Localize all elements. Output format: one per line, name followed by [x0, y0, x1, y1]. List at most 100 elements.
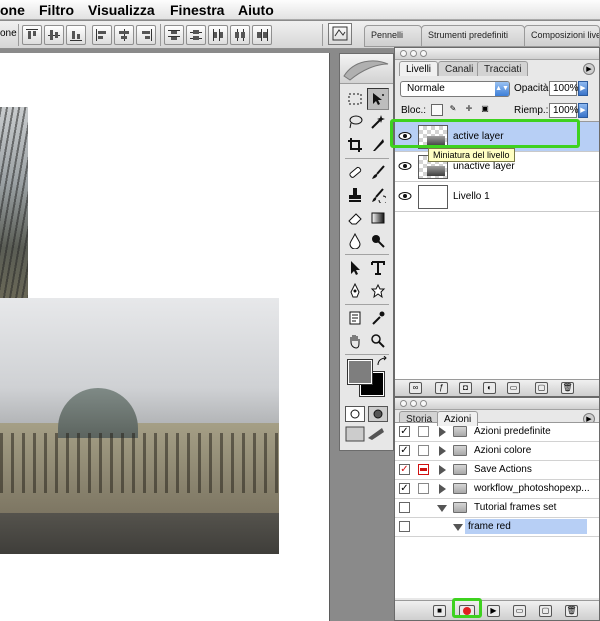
layer-thumbnail[interactable] — [418, 185, 448, 209]
layer-row-livello-1[interactable]: Livello 1 — [395, 182, 599, 212]
action-toggle-checkbox[interactable] — [399, 502, 410, 513]
healing-brush-tool-icon[interactable] — [344, 161, 366, 183]
action-set-row[interactable]: ✓ Azioni predefinite — [395, 423, 599, 442]
dialog-toggle-box[interactable] — [418, 445, 429, 456]
distribute-top-button[interactable] — [164, 25, 184, 45]
new-action-icon[interactable]: ▢ — [539, 605, 552, 617]
new-group-icon[interactable]: ▭ — [507, 382, 520, 394]
dialog-toggle-box[interactable] — [418, 502, 429, 513]
layer-name[interactable]: Livello 1 — [453, 191, 490, 202]
lasso-tool-icon[interactable] — [344, 111, 366, 133]
tab-actions[interactable]: Azioni — [437, 411, 479, 426]
action-toggle-checkbox[interactable]: ✓ — [399, 464, 410, 475]
eyedropper-tool-icon[interactable] — [367, 307, 389, 329]
magic-wand-tool-icon[interactable] — [367, 111, 389, 133]
action-name[interactable]: frame red — [465, 519, 587, 534]
new-layer-icon[interactable]: ▢ — [535, 382, 548, 394]
distribute-hcenter-button[interactable] — [230, 25, 250, 45]
pen-tool-icon[interactable] — [344, 280, 366, 302]
action-set-name[interactable]: Azioni predefinite — [471, 424, 554, 439]
adjustment-layer-icon[interactable]: ◐ — [483, 382, 496, 394]
layer-mask-icon[interactable]: ◘ — [459, 382, 472, 394]
action-toggle-checkbox[interactable]: ✓ — [399, 445, 410, 456]
distribute-vcenter-button[interactable] — [186, 25, 206, 45]
lock-transparency-checkbox[interactable] — [431, 104, 443, 116]
menu-item-filter[interactable]: Filtro — [39, 2, 74, 18]
well-tab-tool-presets[interactable]: Strumenti predefiniti — [421, 25, 525, 47]
play-icon[interactable]: ▶ — [487, 605, 500, 617]
menu-item-window[interactable]: Finestra — [170, 2, 224, 18]
dialog-toggle-box[interactable] — [418, 483, 429, 494]
expand-triangle-icon[interactable] — [439, 484, 446, 494]
expand-triangle-icon[interactable] — [439, 446, 446, 456]
lock-pixels-icon[interactable]: ✎ — [447, 104, 459, 116]
zoom-icon[interactable] — [420, 400, 427, 407]
file-browser-button[interactable] — [328, 23, 352, 45]
burn-tool-icon[interactable] — [367, 230, 389, 252]
brush-tool-icon[interactable] — [367, 161, 389, 183]
move-tool-icon[interactable] — [367, 88, 389, 110]
collapse-triangle-icon[interactable] — [453, 524, 463, 531]
action-set-row[interactable]: ✓ Azioni colore — [395, 442, 599, 461]
tab-paths[interactable]: Tracciati — [477, 61, 529, 76]
custom-shape-tool-icon[interactable] — [367, 280, 389, 302]
distribute-left-button[interactable] — [208, 25, 228, 45]
menu-item-help[interactable]: Aiuto — [238, 2, 274, 18]
minimize-icon[interactable] — [410, 50, 417, 57]
standard-mode-button[interactable] — [345, 406, 365, 422]
tab-channels[interactable]: Canali — [438, 61, 481, 76]
trash-icon[interactable]: 🗑 — [561, 382, 574, 394]
opacity-slider-button[interactable]: ▶ — [578, 81, 588, 96]
action-set-name[interactable]: Save Actions — [471, 462, 535, 477]
action-toggle-checkbox[interactable]: ✓ — [399, 426, 410, 437]
new-set-icon[interactable]: ▭ — [513, 605, 526, 617]
distribute-right-button[interactable] — [252, 25, 272, 45]
action-toggle-checkbox[interactable]: ✓ — [399, 483, 410, 494]
dialog-toggle-box[interactable] — [418, 521, 429, 532]
action-row[interactable]: frame red — [395, 518, 599, 537]
slice-tool-icon[interactable] — [367, 134, 389, 156]
visibility-eye-icon[interactable] — [398, 189, 412, 203]
action-set-row[interactable]: ✓ Save Actions — [395, 461, 599, 480]
blur-tool-icon[interactable] — [344, 230, 366, 252]
type-tool-icon[interactable] — [367, 257, 389, 279]
zoom-tool-icon[interactable] — [367, 330, 389, 352]
dialog-toggle-box[interactable] — [418, 426, 429, 437]
action-set-name[interactable]: workflow_photoshopexp... — [471, 481, 593, 496]
collapse-triangle-icon[interactable] — [437, 505, 447, 512]
dialog-toggle-box[interactable] — [418, 464, 429, 475]
well-tab-brushes[interactable]: Pennelli — [364, 25, 422, 47]
align-hcenter-button[interactable] — [114, 25, 134, 45]
fill-slider-button[interactable]: ▶ — [578, 103, 588, 118]
palette-menu-button[interactable]: ▶ — [583, 63, 595, 75]
trash-icon[interactable]: 🗑 — [565, 605, 578, 617]
expand-triangle-icon[interactable] — [439, 427, 446, 437]
hand-tool-icon[interactable] — [344, 330, 366, 352]
align-bottom-button[interactable] — [66, 25, 86, 45]
foreground-color-swatch[interactable] — [347, 359, 373, 385]
visibility-eye-icon[interactable] — [398, 159, 412, 173]
action-set-name[interactable]: Tutorial frames set — [471, 500, 559, 515]
marquee-tool-icon[interactable] — [344, 88, 366, 110]
lock-all-icon[interactable]: ▣ — [479, 104, 491, 116]
opacity-input[interactable]: 100% — [549, 81, 579, 96]
color-swatches[interactable] — [347, 356, 388, 400]
menu-item-image[interactable]: one — [0, 2, 25, 18]
notes-tool-icon[interactable] — [344, 307, 366, 329]
minimize-icon[interactable] — [410, 400, 417, 407]
jump-to-imageready-button[interactable] — [344, 424, 388, 446]
layer-name[interactable]: unactive layer — [453, 161, 515, 172]
layer-style-icon[interactable]: ƒ — [435, 382, 448, 394]
crop-tool-icon[interactable] — [344, 134, 366, 156]
align-right-button[interactable] — [136, 25, 156, 45]
menu-item-view[interactable]: Visualizza — [88, 2, 155, 18]
quick-mask-button[interactable] — [368, 406, 388, 422]
stamp-tool-icon[interactable] — [344, 184, 366, 206]
action-set-row[interactable]: Tutorial frames set — [395, 499, 599, 518]
gradient-tool-icon[interactable] — [367, 207, 389, 229]
align-left-button[interactable] — [92, 25, 112, 45]
action-set-name[interactable]: Azioni colore — [471, 443, 534, 458]
eraser-tool-icon[interactable] — [344, 207, 366, 229]
link-layers-icon[interactable]: ∞ — [409, 382, 422, 394]
close-icon[interactable] — [400, 400, 407, 407]
